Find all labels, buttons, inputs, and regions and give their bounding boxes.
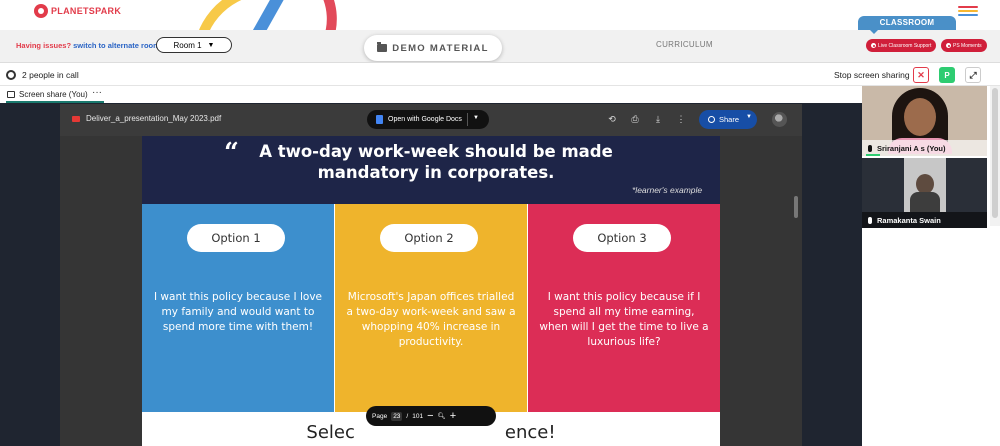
option-2-column: Option 2 Microsoft's Japan offices trial…	[335, 204, 527, 412]
option-2-label: Option 2	[380, 224, 478, 252]
participants-panel: Sriranjani A s (You) Ramakanta Swain	[862, 86, 1000, 446]
more-options-button[interactable]: ···	[92, 87, 102, 98]
speaking-indicator	[866, 154, 880, 156]
pdf-viewer: Deliver_a_presentation_May 2023.pdf Open…	[60, 104, 802, 446]
open-with-google-docs-button[interactable]: Open with Google Docs ▼	[367, 110, 489, 129]
option-1-text: I want this policy because I love my fam…	[153, 291, 322, 333]
call-bar: 2 people in call Stop screen sharing ✕ P…	[0, 62, 1000, 86]
viewer-scrollbar[interactable]	[794, 196, 798, 218]
share-button[interactable]: Share ▼	[699, 110, 757, 129]
demo-material-label: DEMO MATERIAL	[392, 42, 489, 54]
more-vert-icon[interactable]: ⋮	[676, 114, 686, 124]
page-label: Page	[372, 412, 388, 420]
globe-icon	[708, 116, 715, 123]
mic-icon	[868, 144, 872, 152]
switch-room-link[interactable]: switch to alternate room	[73, 41, 160, 50]
fullscreen-button[interactable]: ⤢	[965, 67, 981, 83]
footer-text-end: ence!	[504, 422, 556, 443]
footer-text-start: Selec	[306, 422, 355, 443]
zoom-out-button[interactable]: −	[427, 410, 433, 422]
participant-face	[916, 174, 934, 194]
brand-logo[interactable]: PLANETSPARK	[34, 4, 121, 18]
p-badge-button[interactable]: P	[939, 67, 955, 83]
learner-note: *learner's example	[632, 185, 703, 195]
screen-share-area: Screen share (You) ··· Deliver_a_present…	[0, 86, 862, 446]
close-icon: ✕	[917, 69, 925, 80]
pdf-file-name: Deliver_a_presentation_May 2023.pdf	[86, 114, 222, 123]
stop-sharing-button[interactable]: ✕	[913, 67, 929, 83]
option-1-column: Option 1 I want this policy because I lo…	[142, 204, 334, 412]
mic-icon	[868, 216, 872, 224]
option-3-label: Option 3	[573, 224, 671, 252]
room-select[interactable]: Room 1 ▼	[156, 37, 232, 53]
folder-icon	[377, 42, 388, 52]
add-shortcut-icon[interactable]: ⟲	[607, 114, 617, 124]
demo-material-button[interactable]: DEMO MATERIAL	[364, 35, 502, 61]
share-label: Share	[719, 115, 740, 124]
participant-face	[904, 98, 936, 136]
participants-scrollbar[interactable]	[990, 86, 1000, 226]
pdf-file-icon	[72, 116, 80, 122]
people-count: 2 people in call	[22, 70, 79, 80]
quote-icon: “	[224, 138, 239, 168]
menu-icon[interactable]	[958, 6, 978, 18]
expand-icon: ⤢	[969, 69, 977, 80]
gear-icon[interactable]	[6, 70, 16, 80]
page-total: 101	[412, 412, 424, 420]
slide-title: A two-day work-week should be made manda…	[259, 142, 613, 182]
option-2-text: Microsoft's Japan offices trialled a two…	[346, 291, 516, 348]
download-icon[interactable]: ⤓	[653, 114, 663, 124]
participant-tile[interactable]: Sriranjani A s (You)	[862, 86, 987, 156]
print-icon[interactable]: ⎙	[630, 114, 640, 124]
participant-tile[interactable]: Ramakanta Swain	[862, 158, 987, 228]
open-with-label: Open with Google Docs	[388, 116, 462, 123]
page-number-input[interactable]: 23	[391, 411, 403, 421]
curriculum-tab[interactable]: CURRICULUM	[656, 40, 713, 49]
participant-name-bar: Sriranjani A s (You)	[862, 140, 987, 156]
live-support-button[interactable]: Live Classroom Support	[866, 39, 937, 52]
page-navigation-bar: Page 23 / 101 − 🔍︎ +	[366, 406, 496, 426]
classroom-app: PLANETSPARK Having issues? switch to alt…	[0, 0, 1000, 446]
stop-sharing-label: Stop screen sharing	[834, 70, 910, 80]
participant-name-bar: Ramakanta Swain	[862, 212, 987, 228]
issues-prefix: Having issues?	[16, 41, 72, 50]
brand-name: PLANETSPARK	[51, 6, 122, 16]
planet-logo-icon	[34, 4, 48, 18]
slide-page: “ A two-day work-week should be made man…	[142, 136, 720, 446]
moments-icon	[946, 43, 951, 48]
pdf-toolbar: Deliver_a_presentation_May 2023.pdf Open…	[60, 104, 802, 136]
participant-body	[910, 192, 940, 212]
issues-notice: Having issues? switch to alternate room	[16, 41, 160, 50]
chevron-down-icon[interactable]: ▼	[746, 114, 752, 120]
participant-video	[904, 158, 946, 212]
active-tab-underline	[6, 101, 104, 103]
participant-name: Sriranjani A s (You)	[877, 143, 946, 153]
option-3-column: Option 3 I want this policy because if I…	[528, 204, 720, 412]
option-1-label: Option 1	[187, 224, 285, 252]
option-3-text: I want this policy because if I spend al…	[539, 291, 709, 348]
ps-moments-button[interactable]: PS Moments	[941, 39, 987, 52]
ps-moments-label: PS Moments	[953, 42, 982, 49]
room-select-value: Room 1	[173, 40, 202, 50]
screen-share-tab[interactable]: Screen share (You) ···	[0, 86, 862, 103]
participant-name: Ramakanta Swain	[877, 215, 941, 225]
page-separator: /	[406, 412, 409, 420]
live-support-label: Live Classroom Support	[878, 42, 932, 49]
screen-share-label: Screen share (You)	[19, 90, 88, 99]
classroom-tab[interactable]: CLASSROOM	[858, 16, 956, 34]
zoom-in-button[interactable]: +	[450, 410, 456, 422]
divider	[467, 113, 468, 126]
support-icon	[871, 43, 876, 48]
account-avatar[interactable]	[772, 112, 787, 127]
zoom-icon[interactable]: 🔍︎	[438, 412, 446, 420]
slide-header: “ A two-day work-week should be made man…	[142, 136, 720, 204]
chevron-down-icon[interactable]: ▼	[473, 115, 479, 121]
scrollbar-thumb[interactable]	[992, 88, 998, 218]
screen-icon	[7, 91, 15, 98]
chevron-down-icon: ▼	[207, 41, 215, 49]
google-docs-icon	[376, 115, 383, 124]
